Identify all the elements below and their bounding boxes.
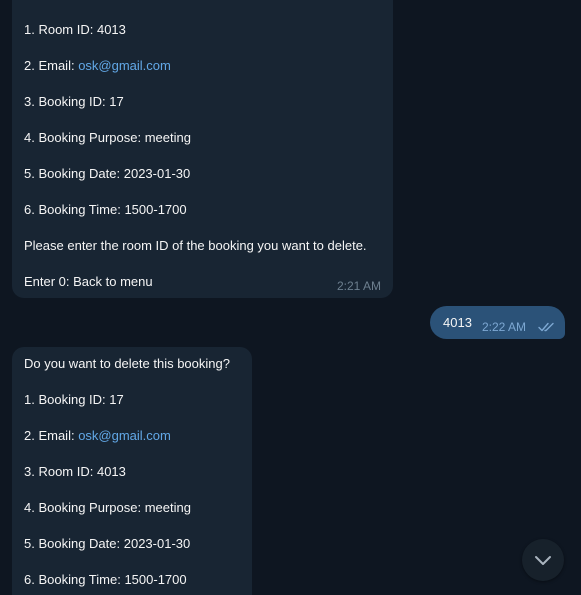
line-label: 5. Booking Date: xyxy=(24,166,124,181)
outgoing-message-timestamp: 2:22 AM xyxy=(482,320,527,334)
back-to-menu-hint: Enter 0: Back to menu xyxy=(24,274,153,289)
message-line: 1. Room ID: 4013 xyxy=(24,22,126,38)
message-line: 1. Booking ID: 17 xyxy=(24,392,124,408)
line-value: 17 xyxy=(109,392,124,407)
message-line: 2. Email: osk@gmail.com xyxy=(24,58,171,74)
line-label: 3. Room ID: xyxy=(24,464,97,479)
line-value: meeting xyxy=(144,500,191,515)
incoming-message-booking-details: 1. Room ID: 4013 2. Email: osk@gmail.com… xyxy=(12,0,393,298)
line-value: 4013 xyxy=(96,22,126,37)
outgoing-message: 4013 2:22 AM xyxy=(430,306,565,339)
message-line: 5. Booking Date: 2023-01-30 xyxy=(24,536,190,552)
chat-window: 1. Room ID: 4013 2. Email: osk@gmail.com… xyxy=(0,0,581,595)
message-line: 6. Booking Time: 1500-1700 xyxy=(24,202,187,218)
line-value: 1500-1700 xyxy=(124,202,187,217)
chevron-down-icon xyxy=(535,556,551,565)
message-line: 5. Booking Date: 2023-01-30 xyxy=(24,166,190,182)
message-timestamp: 2:21 AM xyxy=(336,279,381,293)
message-line: 4. Booking Purpose: meeting xyxy=(24,130,191,146)
outgoing-message-text: 4013 xyxy=(443,315,472,330)
delete-prompt: Please enter the room ID of the booking … xyxy=(24,238,367,253)
email-link[interactable]: osk@gmail.com xyxy=(78,428,171,443)
line-value: 17 xyxy=(109,94,124,109)
line-label: 4. Booking Purpose: xyxy=(24,500,145,515)
line-label: 5. Booking Date: xyxy=(24,536,124,551)
confirm-question: Do you want to delete this booking? xyxy=(24,356,230,371)
line-label: 3. Booking ID: xyxy=(24,94,110,109)
line-value: 2023-01-30 xyxy=(123,166,191,181)
line-label: 2. Email: xyxy=(24,428,79,443)
line-label: 1. Room ID: xyxy=(24,22,97,37)
line-value: 2023-01-30 xyxy=(123,536,191,551)
line-value: 1500-1700 xyxy=(124,572,187,587)
line-label: 6. Booking Time: xyxy=(24,572,125,587)
line-label: 6. Booking Time: xyxy=(24,202,125,217)
double-check-icon xyxy=(538,322,554,332)
message-line: 4. Booking Purpose: meeting xyxy=(24,500,191,516)
line-value: 4013 xyxy=(96,464,126,479)
message-line: 3. Room ID: 4013 xyxy=(24,464,126,480)
line-label: 2. Email: xyxy=(24,58,79,73)
message-line: 6. Booking Time: 1500-1700 xyxy=(24,572,187,588)
scroll-to-bottom-button[interactable] xyxy=(522,539,564,581)
email-link[interactable]: osk@gmail.com xyxy=(78,58,171,73)
line-value: meeting xyxy=(144,130,191,145)
message-line: 3. Booking ID: 17 xyxy=(24,94,124,110)
line-label: 4. Booking Purpose: xyxy=(24,130,145,145)
message-line: 2. Email: osk@gmail.com xyxy=(24,428,171,444)
incoming-message-confirm-delete: Do you want to delete this booking? 1. B… xyxy=(12,347,252,595)
line-label: 1. Booking ID: xyxy=(24,392,110,407)
